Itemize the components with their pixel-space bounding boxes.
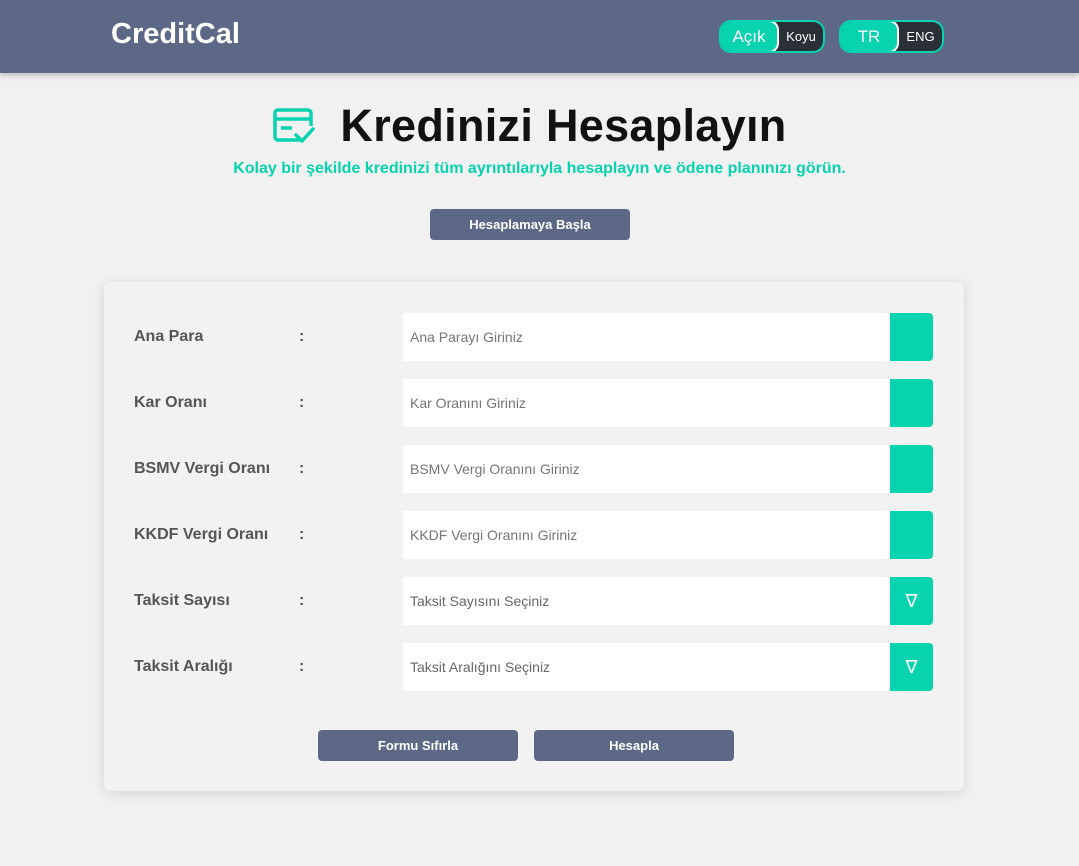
installment-count-label: Taksit Sayısı: [134, 592, 230, 609]
interest-rate-input[interactable]: [403, 379, 891, 427]
kkdf-addon: [890, 511, 933, 559]
principal-addon: [890, 313, 933, 361]
kkdf-input[interactable]: [403, 511, 891, 559]
separator-colon: :: [299, 328, 305, 345]
hero-heading: Kredinizi Hesaplayın: [0, 100, 1079, 152]
dropdown-triangle-icon[interactable]: ∇: [890, 577, 933, 625]
language-toggle[interactable]: TR ENG: [839, 20, 944, 53]
bsmv-label: BSMV Vergi Oranı: [134, 460, 271, 477]
separator-colon: :: [299, 526, 305, 543]
separator-colon: :: [299, 658, 305, 675]
form-row-interest-rate: Kar Oranı :: [104, 379, 964, 427]
form-row-installment-interval: Taksit Aralığı : Taksit Aralığını Seçini…: [104, 643, 964, 691]
theme-option-light[interactable]: Açık: [721, 22, 779, 51]
theme-toggle[interactable]: Açık Koyu: [719, 20, 825, 53]
calculate-button[interactable]: Hesapla: [534, 730, 734, 761]
dropdown-triangle-icon[interactable]: ∇: [890, 643, 933, 691]
principal-label: Ana Para: [134, 328, 204, 345]
brand-logo[interactable]: CreditCal: [111, 18, 240, 51]
form-row-bsmv: BSMV Vergi Oranı :: [104, 445, 964, 493]
installment-count-select[interactable]: Taksit Sayısını Seçiniz: [403, 577, 891, 625]
start-calculation-button[interactable]: Hesaplamaya Başla: [430, 209, 630, 240]
bsmv-input[interactable]: [403, 445, 891, 493]
interest-rate-addon: [890, 379, 933, 427]
kkdf-label: KKDF Vergi Oranı: [134, 526, 269, 543]
installment-interval-select[interactable]: Taksit Aralığını Seçiniz: [403, 643, 891, 691]
form-row-installment-count: Taksit Sayısı : Taksit Sayısını Seçiniz …: [104, 577, 964, 625]
top-navbar: CreditCal Açık Koyu TR ENG: [0, 0, 1079, 73]
language-option-tr[interactable]: TR: [841, 22, 899, 51]
language-option-eng[interactable]: ENG: [899, 22, 942, 51]
bsmv-addon: [890, 445, 933, 493]
credit-card-check-icon: [272, 106, 316, 146]
theme-option-dark[interactable]: Koyu: [779, 22, 823, 51]
reset-form-button[interactable]: Formu Sıfırla: [318, 730, 518, 761]
page-subtitle: Kolay bir şekilde kredinizi tüm ayrıntıl…: [233, 160, 846, 177]
separator-colon: :: [299, 394, 305, 411]
loan-form-card: Ana Para : Kar Oranı : BSMV Vergi Oranı …: [104, 282, 964, 791]
installment-interval-label: Taksit Aralığı: [134, 658, 233, 675]
page-title: Kredinizi Hesaplayın: [340, 100, 787, 151]
form-row-kkdf: KKDF Vergi Oranı :: [104, 511, 964, 559]
separator-colon: :: [299, 460, 305, 477]
separator-colon: :: [299, 592, 305, 609]
form-row-principal: Ana Para :: [104, 313, 964, 361]
interest-rate-label: Kar Oranı: [134, 394, 207, 411]
principal-input[interactable]: [403, 313, 891, 361]
